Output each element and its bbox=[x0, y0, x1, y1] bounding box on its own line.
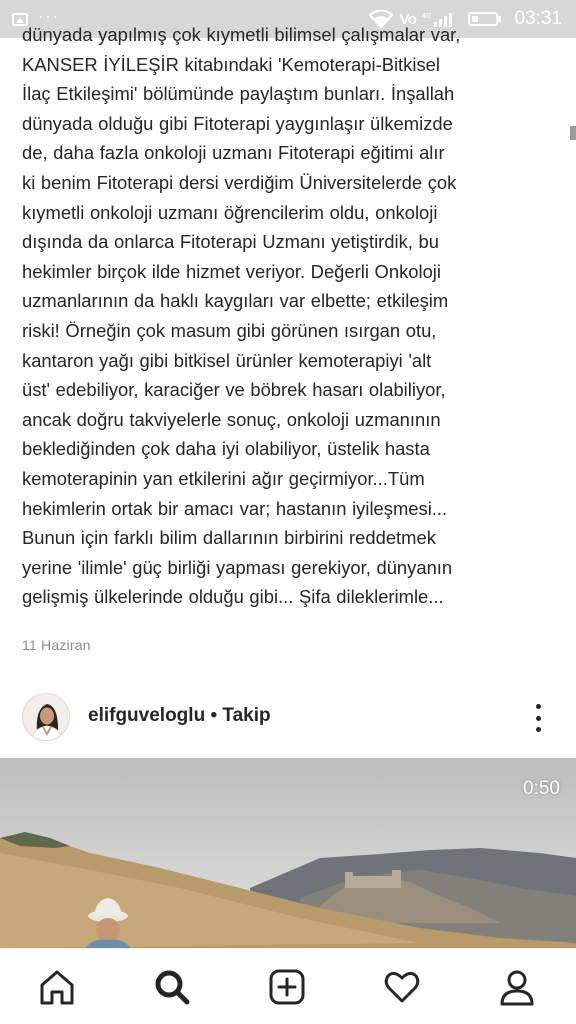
more-options-icon[interactable] bbox=[526, 704, 550, 732]
post-date: 11 Haziran bbox=[22, 637, 91, 653]
caption-line: dünyada yapılmış çok kıymetli bilimsel ç… bbox=[22, 24, 461, 45]
caption-line: riski! Örneğin çok masum gibi görünen ıs… bbox=[22, 319, 437, 341]
follow-button[interactable]: Takip bbox=[222, 705, 270, 726]
svg-text:4G: 4G bbox=[422, 13, 431, 20]
avatar[interactable] bbox=[22, 693, 70, 741]
caption-line: ki benim Fitoterapi dersi verdiğim Ünive… bbox=[22, 171, 457, 193]
bottom-navigation bbox=[0, 948, 576, 1024]
caption-line: dünyada olduğu gibi Fitoterapi yaygınlaş… bbox=[22, 112, 453, 134]
add-post-icon[interactable] bbox=[267, 967, 307, 1007]
post-caption: dünyada yapılmış çok kıymetli bilimsel ç… bbox=[22, 20, 550, 612]
separator-dot: • bbox=[205, 705, 223, 726]
home-icon[interactable] bbox=[37, 967, 77, 1007]
post-author: elifguveloglu • Takip bbox=[88, 705, 271, 727]
scrollbar-thumb[interactable] bbox=[570, 126, 576, 140]
caption-line: yerine 'ilimle' güç birliği yapması gere… bbox=[22, 556, 453, 578]
search-icon[interactable] bbox=[152, 967, 192, 1007]
caption-line: hekimler birçok ilde hizmet veriyor. Değ… bbox=[22, 260, 441, 282]
post-header: elifguveloglu • Takip bbox=[0, 688, 576, 746]
caption-line: kantaron yağı gibi bitkisel ürünler kemo… bbox=[22, 349, 432, 371]
caption-line: ancak doğru takviyelerle sonuç, onkoloji… bbox=[22, 408, 441, 430]
caption-line: üst' edebiliyor, karaciğer ve böbrek has… bbox=[22, 379, 446, 401]
username-link[interactable]: elifguveloglu bbox=[88, 705, 205, 726]
caption-line: kemoterapinin yan etkilerini ağır geçirm… bbox=[22, 467, 425, 489]
post-video[interactable]: 0:50 bbox=[0, 758, 576, 948]
caption-line: İlaç Etkileşimi' bölümünde paylaştım bun… bbox=[22, 83, 455, 105]
caption-line: hekimlerin ortak bir amacı var; hastanın… bbox=[22, 497, 448, 519]
caption-line: KANSER İYİLEŞİR kitabındaki 'Kemoterapi-… bbox=[22, 53, 440, 75]
caption-line: beklediğinden çok daha iyi olabiliyor, ü… bbox=[22, 438, 430, 460]
caption-line: de, daha fazla onkoloji uzmanı Fitoterap… bbox=[22, 142, 445, 164]
caption-line: uzmanlarının da haklı kaygıları var elbe… bbox=[22, 290, 449, 312]
video-duration: 0:50 bbox=[523, 778, 560, 799]
caption-line: kıymetli onkoloji uzmanı öğrencilerim ol… bbox=[22, 201, 438, 223]
caption-line: Bunun için farklı bilim dallarının birbi… bbox=[22, 527, 436, 549]
caption-line: gelişmiş ülkelerinde olduğu gibi... Şifa… bbox=[22, 586, 444, 608]
caption-line: dışında da onlarca Fitoterapi Uzmanı yet… bbox=[22, 231, 439, 253]
profile-icon[interactable] bbox=[497, 967, 537, 1007]
activity-heart-icon[interactable] bbox=[382, 967, 422, 1007]
